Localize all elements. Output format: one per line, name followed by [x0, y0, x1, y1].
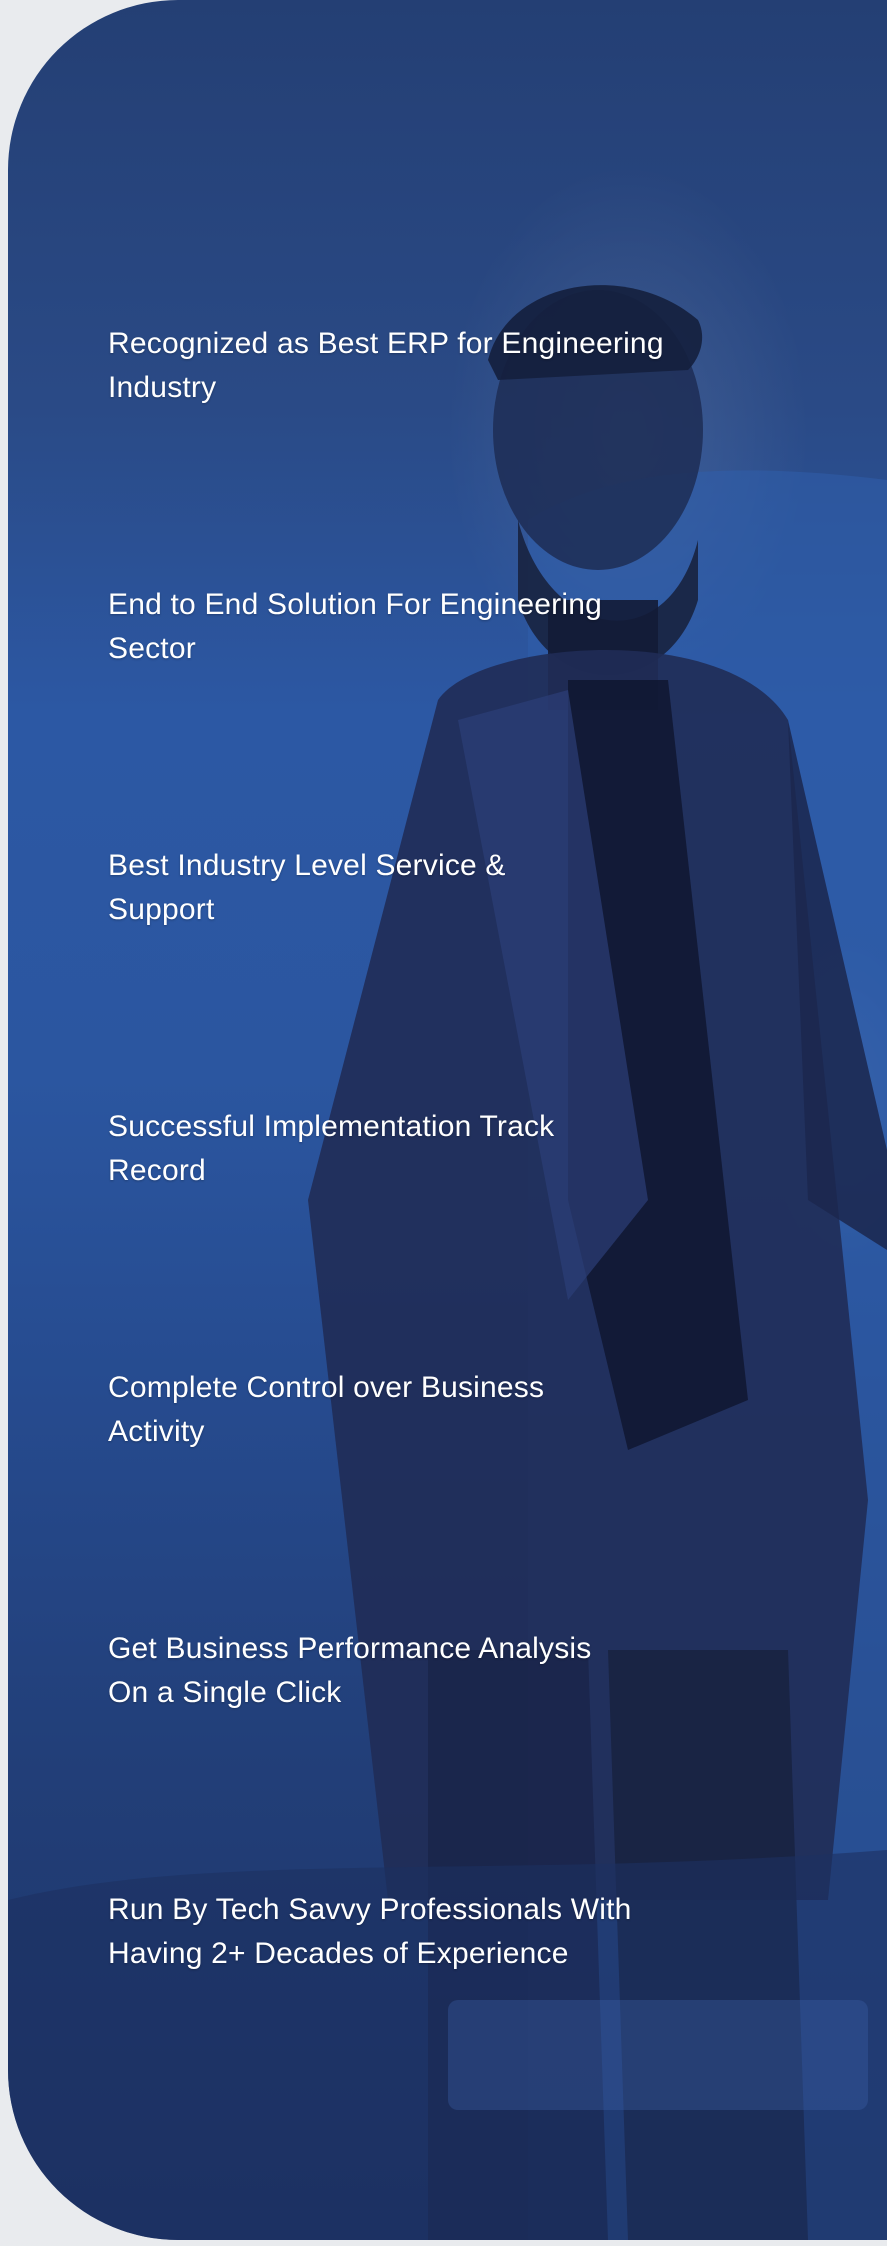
feature-item-analysis: Get Business Performance Analysis On a S… [108, 1627, 728, 1715]
feature-text: On a Single Click [108, 1676, 342, 1709]
feature-text: Get Business Performance Analysis [108, 1632, 592, 1665]
feature-item-best-erp: Recognized as Best ERP for Engineering I… [108, 322, 728, 410]
feature-text: Activity [108, 1415, 205, 1448]
feature-item-professionals: Run By Tech Savvy Professionals With Hav… [108, 1888, 728, 1976]
feature-text: Support [108, 893, 215, 926]
feature-item-service-support: Best Industry Level Service & Support [108, 844, 728, 932]
feature-text: Record [108, 1154, 206, 1187]
feature-text: Recognized as Best ERP for Engineering [108, 327, 664, 360]
feature-text: End to End Solution For Engineering [108, 588, 602, 621]
feature-item-control: Complete Control over Business Activity [108, 1366, 728, 1454]
feature-text: Complete Control over Business [108, 1371, 545, 1404]
feature-list: Recognized as Best ERP for Engineering I… [8, 0, 887, 2240]
feature-text: Successful Implementation Track [108, 1110, 555, 1143]
feature-text: Best Industry Level Service & [108, 849, 506, 882]
feature-item-implementation: Successful Implementation Track Record [108, 1105, 728, 1193]
feature-text: Run By Tech Savvy Professionals With [108, 1893, 632, 1926]
feature-text: Industry [108, 371, 217, 404]
feature-text: Having 2+ Decades of Experience [108, 1937, 569, 1970]
feature-panel: Recognized as Best ERP for Engineering I… [8, 0, 887, 2240]
feature-text: Sector [108, 632, 196, 665]
feature-item-end-to-end: End to End Solution For Engineering Sect… [108, 583, 728, 671]
